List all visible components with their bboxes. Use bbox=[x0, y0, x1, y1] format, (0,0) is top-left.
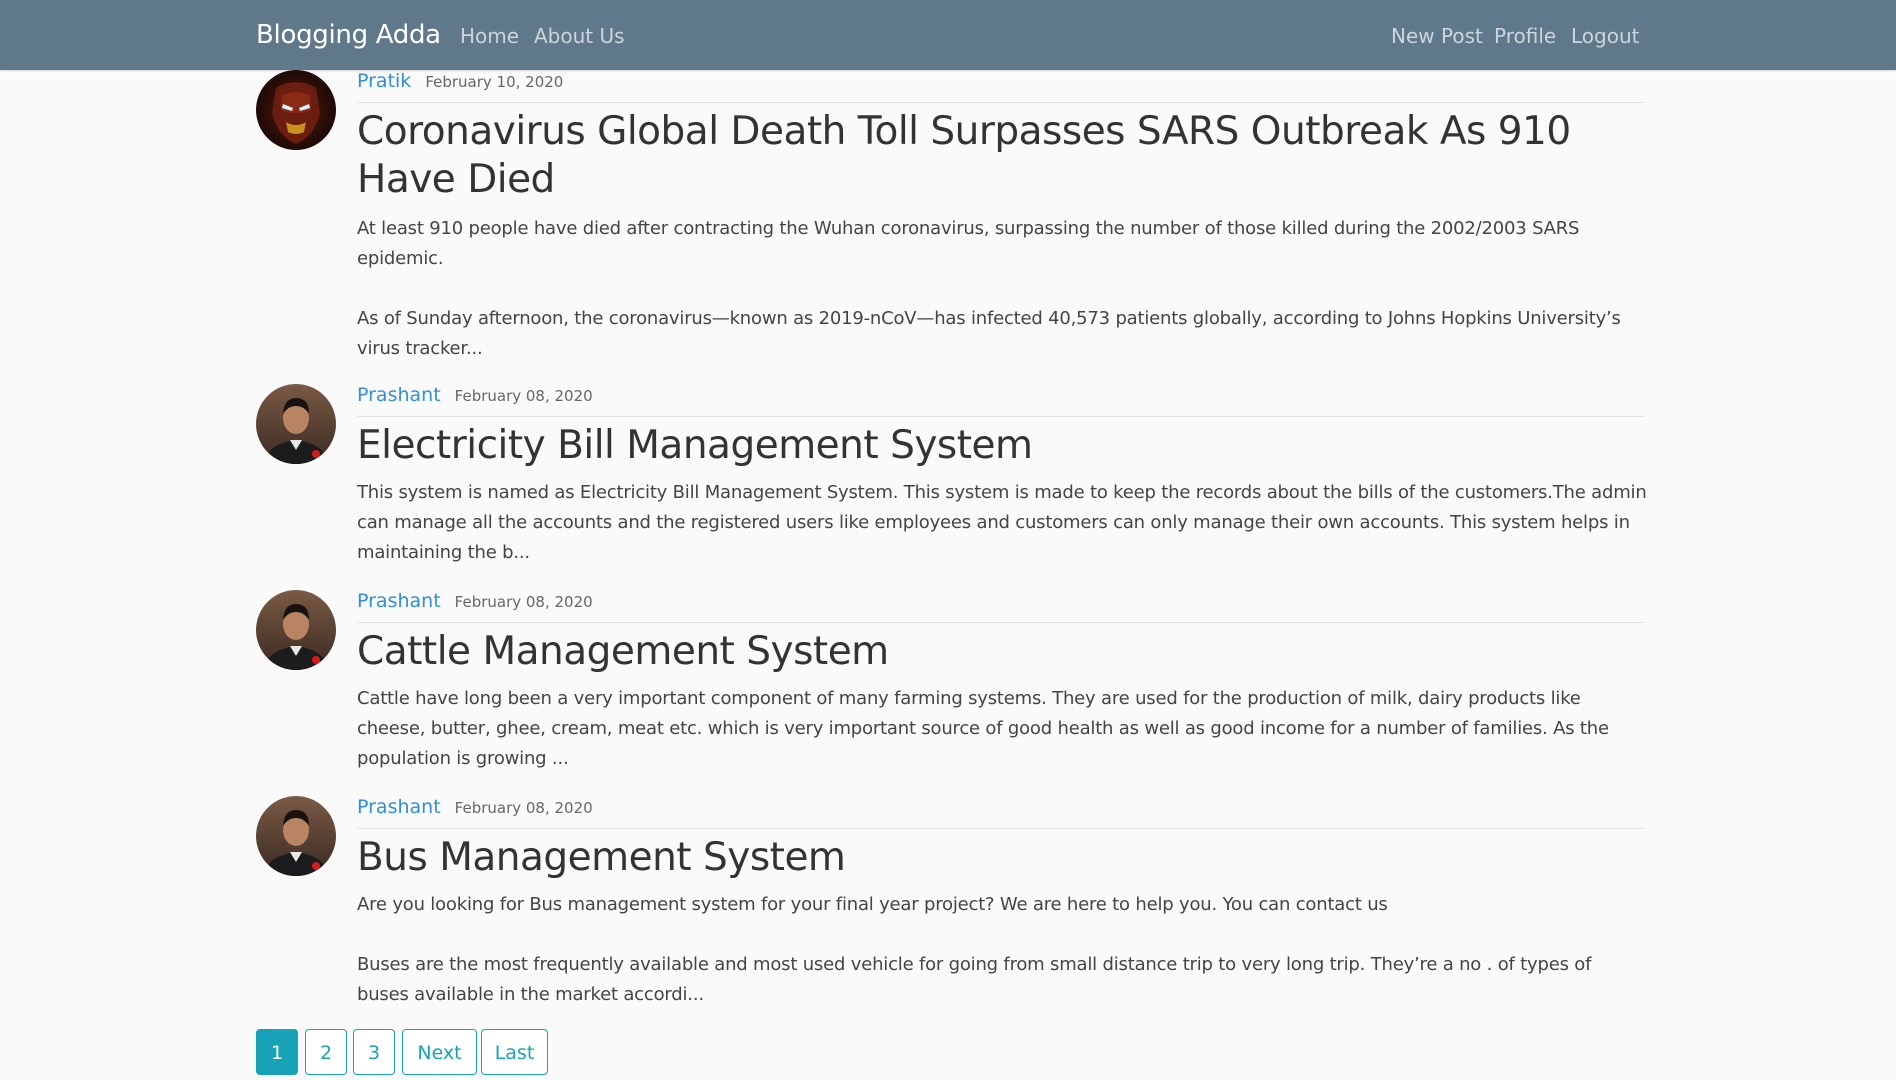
post-date: February 08, 2020 bbox=[454, 387, 593, 405]
post-date: February 08, 2020 bbox=[454, 593, 593, 611]
post-title-link[interactable]: Coronavirus Global Death Toll Surpasses … bbox=[357, 108, 1644, 204]
nav-profile-link[interactable]: Profile bbox=[1494, 24, 1556, 48]
person-avatar bbox=[256, 590, 336, 670]
nav-home-link[interactable]: Home bbox=[460, 24, 519, 48]
post-paragraph: As of Sunday afternoon, the coronavirus—… bbox=[357, 308, 1621, 359]
post-title-link[interactable]: Cattle Management System bbox=[357, 628, 1644, 676]
post-author-link[interactable]: Prashant bbox=[357, 590, 441, 612]
post-date: February 08, 2020 bbox=[454, 799, 593, 817]
post-meta: Pratik February 10, 2020 bbox=[357, 70, 1644, 103]
nav-new-post-link[interactable]: New Post bbox=[1391, 24, 1483, 48]
post-author-link[interactable]: Prashant bbox=[357, 796, 441, 818]
post-paragraph: This system is named as Electricity Bill… bbox=[357, 482, 1647, 563]
last-page-button[interactable]: Last bbox=[481, 1029, 548, 1075]
post-content: Cattle have long been a very important c… bbox=[357, 684, 1647, 774]
post-meta: Prashant February 08, 2020 bbox=[357, 590, 1644, 623]
person-avatar bbox=[256, 796, 336, 876]
post-content: At least 910 people have died after cont… bbox=[357, 214, 1647, 364]
brand-logo-link[interactable]: Blogging Adda bbox=[256, 20, 441, 50]
post-paragraph: Buses are the most frequently available … bbox=[357, 954, 1592, 1005]
nav-about-link[interactable]: About Us bbox=[534, 24, 625, 48]
page-3-button[interactable]: 3 bbox=[353, 1029, 395, 1075]
person-avatar bbox=[256, 384, 336, 464]
ironman-avatar bbox=[256, 70, 336, 150]
page-2-button[interactable]: 2 bbox=[305, 1029, 347, 1075]
post-author-link[interactable]: Pratik bbox=[357, 70, 411, 92]
post-content: Are you looking for Bus management syste… bbox=[357, 890, 1647, 1010]
top-navbar: Blogging Adda Home About Us New Post Pro… bbox=[0, 0, 1896, 70]
post-author-link[interactable]: Prashant bbox=[357, 384, 441, 406]
page-1-button[interactable]: 1 bbox=[256, 1029, 298, 1075]
post-content: This system is named as Electricity Bill… bbox=[357, 478, 1647, 568]
post-paragraph: Cattle have long been a very important c… bbox=[357, 688, 1609, 769]
post-meta: Prashant February 08, 2020 bbox=[357, 384, 1644, 417]
nav-logout-link[interactable]: Logout bbox=[1571, 24, 1639, 48]
post-title-link[interactable]: Electricity Bill Management System bbox=[357, 422, 1644, 470]
post-paragraph: Are you looking for Bus management syste… bbox=[357, 894, 1388, 915]
post-paragraph: At least 910 people have died after cont… bbox=[357, 218, 1580, 269]
post-meta: Prashant February 08, 2020 bbox=[357, 796, 1644, 829]
next-page-button[interactable]: Next bbox=[402, 1029, 477, 1075]
post-title-link[interactable]: Bus Management System bbox=[357, 834, 1644, 882]
post-date: February 10, 2020 bbox=[425, 73, 564, 91]
